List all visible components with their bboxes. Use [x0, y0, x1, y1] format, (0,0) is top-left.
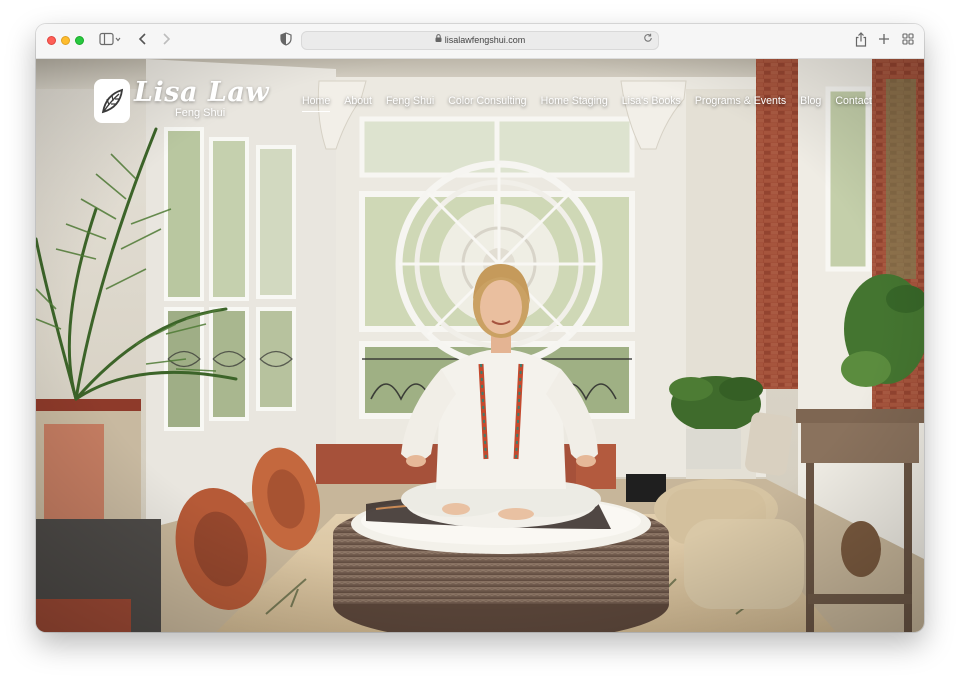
grid-icon[interactable]	[900, 32, 916, 50]
minimize-window-button[interactable]	[61, 36, 70, 45]
zoom-window-button[interactable]	[75, 36, 84, 45]
nav-blog[interactable]: Blog	[793, 92, 828, 110]
hero-photo	[36, 59, 924, 632]
lock-icon	[435, 32, 442, 49]
chevron-left-icon[interactable]	[134, 32, 152, 50]
browser-window: lisalawfengshui.com Lisa Law Feng Shui H…	[36, 24, 924, 632]
address-bar[interactable]: lisalawfengshui.com	[301, 31, 659, 50]
shield-icon[interactable]	[278, 32, 294, 50]
sidebar-icon[interactable]	[97, 32, 123, 50]
nav-programs-events[interactable]: Programs & Events	[688, 92, 793, 110]
nav-about[interactable]: About	[337, 92, 379, 110]
close-window-button[interactable]	[47, 36, 56, 45]
nav-home-staging[interactable]: Home Staging	[534, 92, 615, 110]
share-icon[interactable]	[853, 32, 869, 50]
nav-home[interactable]: Home	[295, 92, 337, 112]
logo-subtitle: Feng Shui	[175, 107, 226, 119]
nav-color-consulting[interactable]: Color Consulting	[441, 92, 533, 110]
site-logo[interactable]: Lisa Law Feng Shui	[94, 77, 269, 129]
hero-section: Lisa Law Feng Shui Home About Feng Shui …	[36, 59, 924, 632]
nav-lisas-books[interactable]: Lisa's Books	[615, 92, 688, 110]
plus-icon[interactable]	[876, 32, 892, 50]
chevron-right-icon[interactable]	[157, 32, 175, 50]
browser-toolbar: lisalawfengshui.com	[36, 24, 924, 59]
leaf-icon	[94, 79, 130, 123]
url-text: lisalawfengshui.com	[444, 35, 526, 45]
logo-name: Lisa Law	[134, 77, 270, 108]
main-nav: Home About Feng Shui Color Consulting Ho…	[295, 92, 879, 112]
nav-feng-shui[interactable]: Feng Shui	[379, 92, 441, 110]
nav-contact[interactable]: Contact	[828, 92, 879, 110]
reload-icon[interactable]	[643, 32, 653, 49]
